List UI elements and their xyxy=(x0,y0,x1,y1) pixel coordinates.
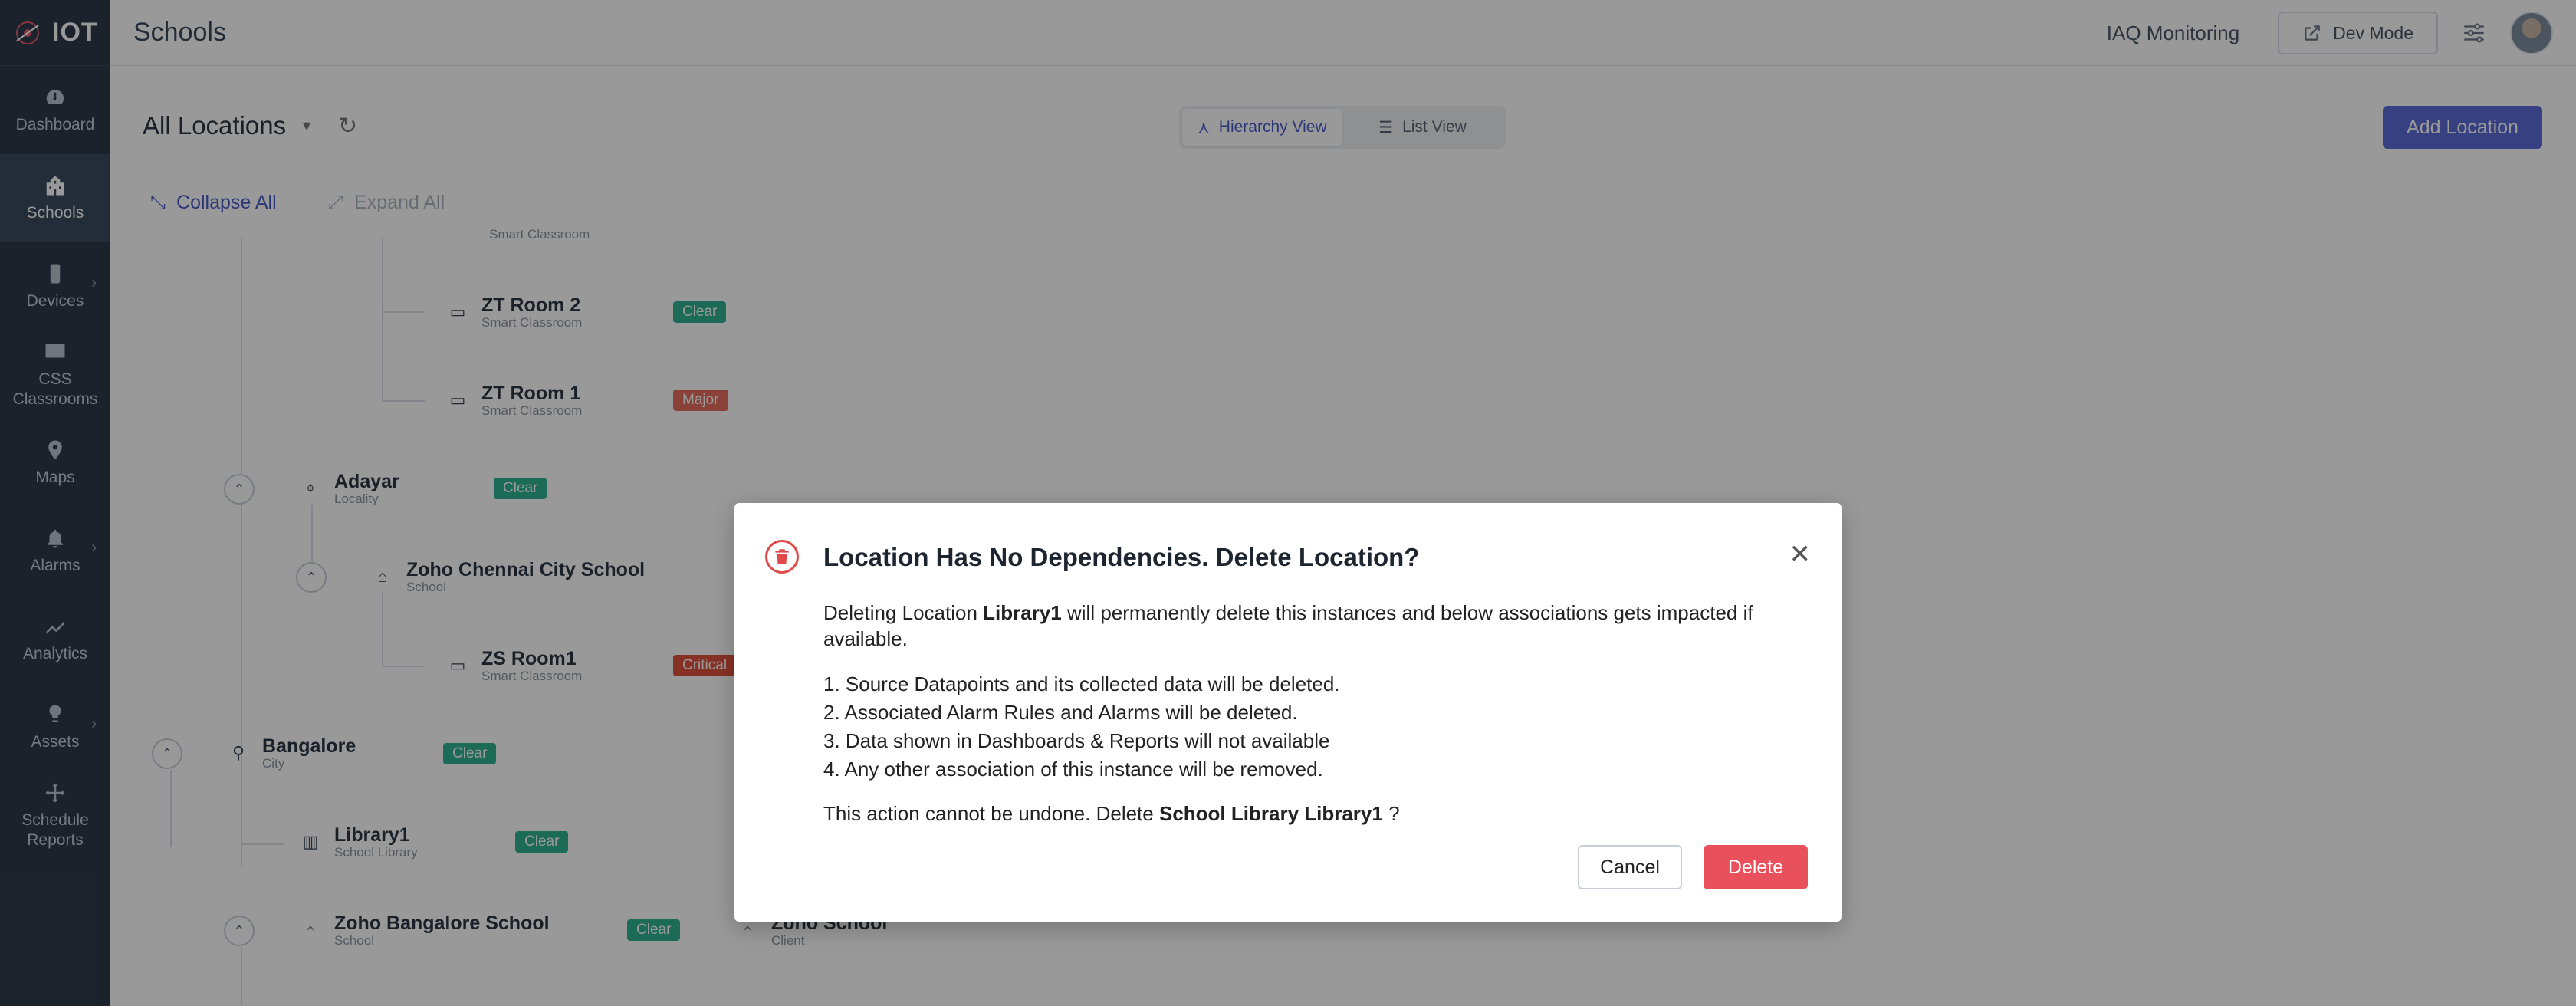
intro-prefix: Deleting Location xyxy=(823,601,978,624)
delete-location-dialog: Location Has No Dependencies. Delete Loc… xyxy=(734,503,1842,922)
dialog-confirmation: This action cannot be undone. Delete Sch… xyxy=(823,801,1811,827)
impact-item: 2. Associated Alarm Rules and Alarms wil… xyxy=(823,701,1298,724)
final-prefix: This action cannot be undone. Delete xyxy=(823,802,1154,825)
impact-item: 1. Source Datapoints and its collected d… xyxy=(823,672,1340,695)
dialog-title: Location Has No Dependencies. Delete Loc… xyxy=(823,543,1420,571)
dialog-intro: Deleting Location Library1 will permanen… xyxy=(823,600,1811,652)
dialog-body: Deleting Location Library1 will permanen… xyxy=(823,600,1811,827)
impact-list: 1. Source Datapoints and its collected d… xyxy=(823,670,1811,784)
cancel-button[interactable]: Cancel xyxy=(1578,845,1682,889)
intro-location-name: Library1 xyxy=(983,601,1062,624)
final-location-name: School Library Library1 xyxy=(1158,802,1383,825)
close-icon[interactable]: ✕ xyxy=(1789,541,1812,567)
impact-item: 3. Data shown in Dashboards & Reports wi… xyxy=(823,729,1330,752)
impact-item: 4. Any other association of this instanc… xyxy=(823,758,1323,781)
delete-button[interactable]: Delete xyxy=(1704,845,1808,889)
final-suffix: ? xyxy=(1388,802,1400,825)
trash-icon xyxy=(765,540,799,574)
